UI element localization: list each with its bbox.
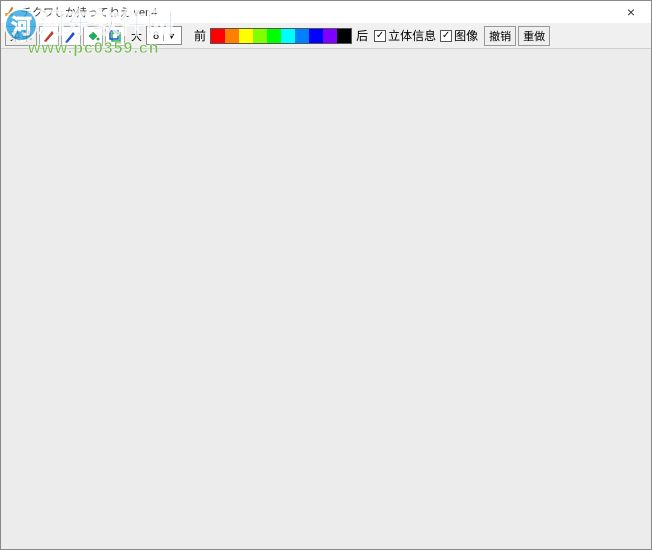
window-title: チクワしか持ってねえ ver.4 xyxy=(21,4,613,20)
undo-label: 撤销 xyxy=(489,28,511,44)
redo-label: 重做 xyxy=(523,28,545,44)
color-swatch[interactable] xyxy=(239,29,253,43)
background-label: 后 xyxy=(356,27,368,44)
checkbox-box-icon: ✓ xyxy=(440,30,452,42)
color-palette xyxy=(210,28,352,44)
app-window: チクワしか持ってねえ ver.4 × 菜单 xyxy=(0,0,652,550)
brush-icon xyxy=(64,29,78,43)
menu-button[interactable]: 菜单 xyxy=(5,26,37,46)
size-label: 大 xyxy=(131,28,142,44)
color-swatch[interactable] xyxy=(267,29,281,43)
brush-tool-button[interactable] xyxy=(61,26,81,46)
color-swatch[interactable] xyxy=(337,29,351,43)
color-swatch[interactable] xyxy=(295,29,309,43)
fill-tool-button[interactable] xyxy=(83,26,103,46)
color-swatch[interactable] xyxy=(323,29,337,43)
color-swatch[interactable] xyxy=(281,29,295,43)
shape-icon xyxy=(108,29,122,43)
image-checkbox-label: 图像 xyxy=(454,27,478,44)
info3d-checkbox-label: 立体信息 xyxy=(388,27,436,44)
fill-icon xyxy=(86,29,100,43)
color-swatch[interactable] xyxy=(253,29,267,43)
color-swatch[interactable] xyxy=(309,29,323,43)
size-select[interactable]: 8 ▼ xyxy=(146,26,182,45)
pen-tool-button[interactable] xyxy=(39,26,59,46)
shape-tool-button[interactable] xyxy=(105,26,125,46)
chevron-down-icon: ▼ xyxy=(163,31,179,41)
toolbar: 菜单 大 8 ▼ xyxy=(1,23,651,49)
info3d-checkbox[interactable]: ✓ 立体信息 xyxy=(374,27,436,44)
close-icon: × xyxy=(627,4,635,20)
title-bar: チクワしか持ってねえ ver.4 × xyxy=(1,1,651,23)
canvas-area[interactable] xyxy=(1,49,651,549)
undo-button[interactable]: 撤销 xyxy=(484,26,516,46)
close-button[interactable]: × xyxy=(613,1,649,23)
redo-button[interactable]: 重做 xyxy=(518,26,550,46)
color-swatch[interactable] xyxy=(225,29,239,43)
checkbox-box-icon: ✓ xyxy=(374,30,386,42)
app-icon xyxy=(3,5,17,19)
foreground-label: 前 xyxy=(194,27,206,44)
color-swatch[interactable] xyxy=(211,29,225,43)
image-checkbox[interactable]: ✓ 图像 xyxy=(440,27,478,44)
menu-label: 菜单 xyxy=(10,28,32,44)
size-value: 8 xyxy=(149,30,163,42)
pen-icon xyxy=(42,29,56,43)
